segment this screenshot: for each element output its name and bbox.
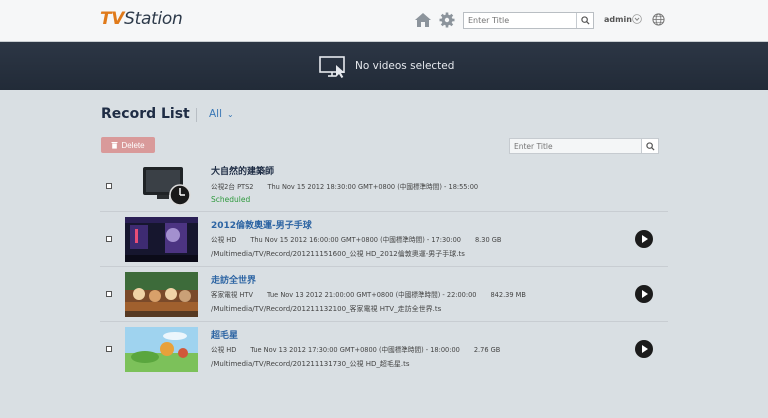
list-item[interactable]: 超毛星 公視 HD Tue Nov 13 2012 17:30:00 GMT+08…	[100, 322, 668, 377]
list-item[interactable]: 走訪全世界 客家電視 HTV Tue Nov 13 2012 21:00:00 G…	[100, 267, 668, 322]
record-size: 842.39 MB	[490, 291, 526, 299]
record-channel: 公視2台 PTS2	[211, 183, 254, 191]
record-path: /Multimedia/TV/Record/201211132100_客家電視 …	[211, 305, 442, 313]
logo-station-text: Station	[124, 9, 183, 29]
record-datetime: Tue Nov 13 2012 21:00:00 GMT+0800 (中國標準時…	[266, 291, 477, 299]
record-title[interactable]: 2012倫敦奧運-男子手球	[211, 218, 312, 231]
record-meta: 公視 HD Tue Nov 13 2012 17:30:00 GMT+0800 (…	[211, 344, 514, 354]
top-bar: TVStation admin	[0, 0, 768, 42]
delete-button[interactable]: Delete	[101, 137, 155, 153]
status-badge: Scheduled	[211, 195, 251, 204]
list-item[interactable]: 2012倫敦奧運-男子手球 公視 HD Thu Nov 15 2012 16:00…	[100, 212, 668, 267]
play-button[interactable]	[635, 340, 653, 358]
record-channel: 公視 HD	[211, 346, 237, 354]
monitor-cursor-icon	[319, 56, 345, 78]
record-list: 大自然的建築師 公視2台 PTS2 Thu Nov 15 2012 18:30:0…	[100, 156, 668, 377]
record-channel: 公視 HD	[211, 236, 237, 244]
record-datetime: Thu Nov 15 2012 16:00:00 GMT+0800 (中國標準時…	[250, 236, 461, 244]
filter-label: All	[209, 108, 223, 120]
app-logo[interactable]: TVStation	[100, 9, 183, 29]
record-meta: 公視2台 PTS2 Thu Nov 15 2012 18:30:00 GMT+08…	[211, 181, 492, 191]
list-search-button[interactable]	[641, 139, 658, 153]
list-item[interactable]: 大自然的建築師 公視2台 PTS2 Thu Nov 15 2012 18:30:0…	[100, 156, 668, 212]
globe-icon[interactable]	[652, 13, 665, 26]
record-title: 大自然的建築師	[211, 167, 275, 177]
gear-icon[interactable]	[438, 11, 456, 29]
record-size: 8.30 GB	[474, 236, 502, 244]
list-search	[509, 138, 659, 154]
header-search-button[interactable]	[576, 13, 593, 28]
play-button[interactable]	[635, 230, 653, 248]
search-icon	[645, 141, 655, 151]
record-title[interactable]: 超毛星	[211, 328, 238, 341]
chevron-down-icon[interactable]	[632, 14, 642, 24]
filter-dropdown[interactable]: All ⌄	[209, 108, 234, 120]
title-divider	[196, 108, 197, 122]
record-size: 2.76 GB	[473, 346, 501, 354]
record-channel: 客家電視 HTV	[211, 291, 253, 299]
row-checkbox[interactable]	[106, 236, 112, 242]
logo-tv-text: TV	[100, 9, 125, 29]
row-checkbox[interactable]	[106, 183, 112, 189]
record-meta: 客家電視 HTV Tue Nov 13 2012 21:00:00 GMT+080…	[211, 289, 540, 299]
record-path: /Multimedia/TV/Record/201211151600_公視 HD…	[211, 250, 465, 258]
video-thumbnail	[125, 217, 198, 262]
banner-message: No videos selected	[355, 60, 455, 72]
record-meta: 公視 HD Thu Nov 15 2012 16:00:00 GMT+0800 (…	[211, 234, 515, 244]
row-checkbox[interactable]	[106, 346, 112, 352]
record-datetime: Tue Nov 13 2012 17:30:00 GMT+0800 (中國標準時…	[250, 346, 460, 354]
header-search-input[interactable]	[464, 13, 576, 28]
list-search-input[interactable]	[510, 139, 641, 153]
trash-icon	[111, 142, 118, 149]
page-title: Record List	[101, 106, 190, 122]
search-icon	[580, 16, 590, 25]
play-button[interactable]	[635, 285, 653, 303]
record-path: /Multimedia/TV/Record/201211131730_公視 HD…	[211, 360, 410, 368]
row-checkbox[interactable]	[106, 291, 112, 297]
record-datetime: Thu Nov 15 2012 18:30:00 GMT+0800 (中國標準時…	[267, 183, 479, 191]
video-thumbnail	[125, 327, 198, 372]
chevron-down-icon: ⌄	[227, 110, 234, 119]
player-banner: No videos selected	[0, 42, 768, 90]
video-thumbnail	[125, 272, 198, 317]
header-search	[463, 12, 594, 29]
delete-label: Delete	[121, 140, 145, 150]
home-icon[interactable]	[414, 11, 432, 29]
user-name[interactable]: admin	[604, 15, 632, 24]
tv-clock-icon	[143, 167, 191, 206]
record-title[interactable]: 走訪全世界	[211, 273, 256, 286]
